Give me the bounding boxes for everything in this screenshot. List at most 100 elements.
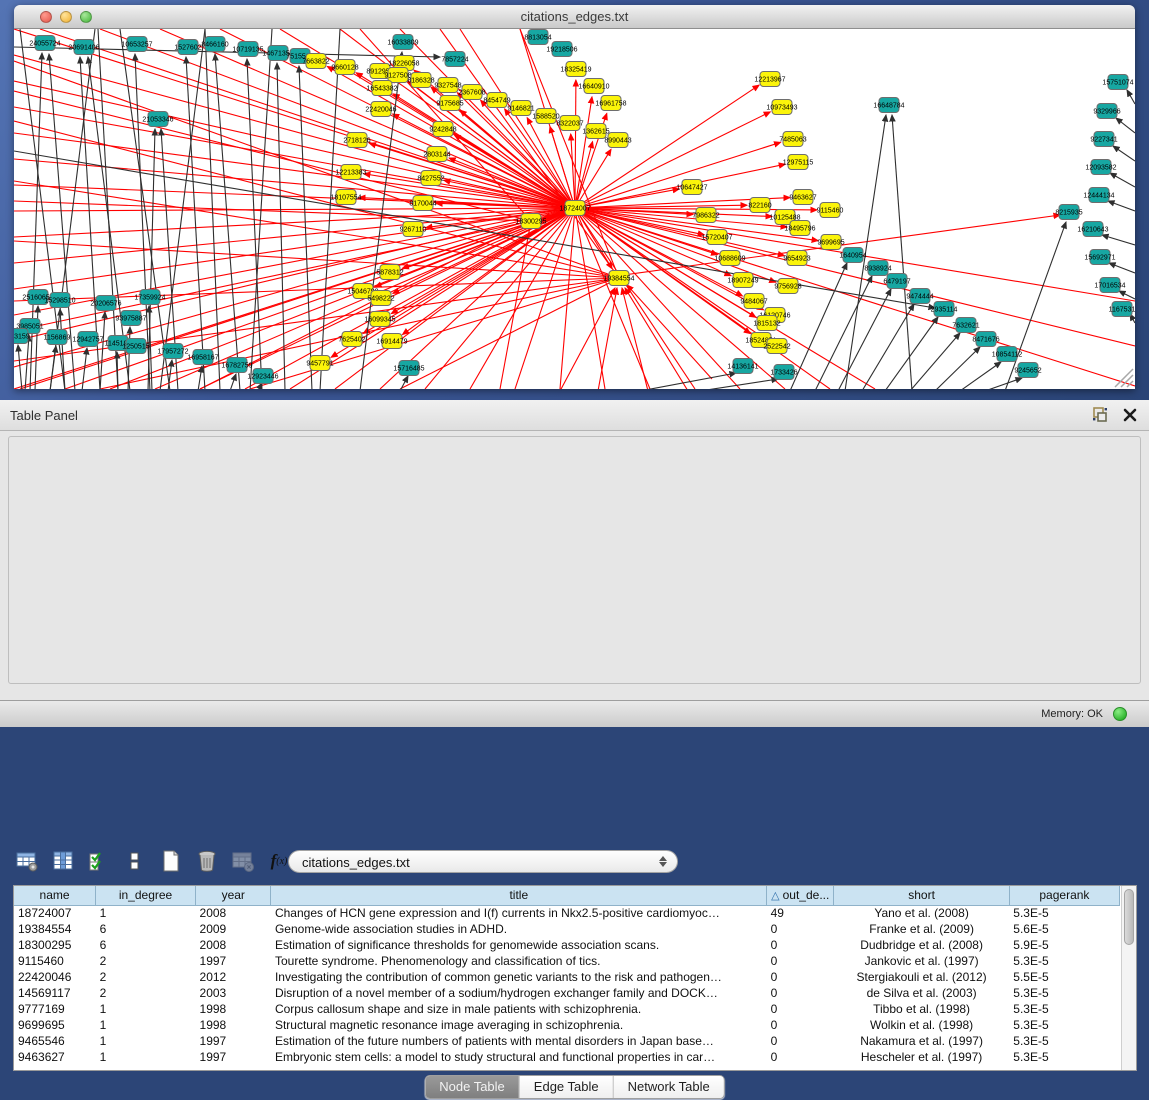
table-row[interactable]: 1938455462009Genome-wide association stu… (14, 921, 1120, 937)
network-canvas[interactable]: 2405572420691406106532571527602846616010… (14, 29, 1135, 389)
table-cell[interactable]: 5.3E-5 (1009, 1001, 1119, 1017)
table-cell[interactable]: 0 (767, 969, 834, 985)
table-cell[interactable]: 49 (767, 905, 834, 921)
table-cell[interactable]: 5.3E-5 (1009, 905, 1119, 921)
delete-rows-button[interactable] (194, 848, 220, 874)
table-cell[interactable]: 1 (96, 1017, 196, 1033)
table-cell[interactable]: 9465546 (14, 1033, 96, 1049)
table-cell[interactable]: 5.6E-5 (1009, 921, 1119, 937)
float-panel-icon[interactable] (1091, 406, 1109, 424)
table-cell[interactable]: de Silva et al. (2003) (834, 985, 1009, 1001)
table-row[interactable]: 977716911998Corpus callosum shape and si… (14, 1001, 1120, 1017)
table-cell[interactable]: 0 (767, 1049, 834, 1065)
table-scrollbar[interactable] (1121, 886, 1136, 1070)
table-cell[interactable]: 19384554 (14, 921, 96, 937)
table-cell[interactable]: Estimation of the future numbers of pati… (271, 1033, 767, 1049)
table-cell[interactable]: Corpus callosum shape and size in male p… (271, 1001, 767, 1017)
table-cell[interactable]: 0 (767, 953, 834, 969)
table-cell[interactable]: 5.5E-5 (1009, 969, 1119, 985)
column-header-out_de[interactable]: △out_de... (767, 886, 834, 905)
table-cell[interactable]: 6 (96, 921, 196, 937)
table-cell[interactable]: Yano et al. (2008) (834, 905, 1009, 921)
table-cell[interactable]: 2008 (196, 905, 271, 921)
table-cell[interactable]: 0 (767, 1001, 834, 1017)
table-cell[interactable]: Tibbo et al. (1998) (834, 1001, 1009, 1017)
table-scrollbar-thumb[interactable] (1124, 889, 1134, 945)
table-row[interactable]: 2242004622012Investigating the contribut… (14, 969, 1120, 985)
memory-status-icon[interactable] (1113, 707, 1127, 721)
column-header-short[interactable]: short (834, 886, 1009, 905)
table-cell[interactable]: Investigating the contribution of common… (271, 969, 767, 985)
table-select-dropdown[interactable]: citations_edges.txt (288, 850, 678, 873)
table-cell[interactable]: 1998 (196, 1001, 271, 1017)
table-cell[interactable]: 1 (96, 1001, 196, 1017)
table-cell[interactable]: Genome-wide association studies in ADHD. (271, 921, 767, 937)
table-cell[interactable]: 9699695 (14, 1017, 96, 1033)
window-resize-grip[interactable] (1115, 369, 1133, 387)
table-cell[interactable]: Hescheler et al. (1997) (834, 1049, 1009, 1065)
table-cell[interactable]: 5.9E-5 (1009, 937, 1119, 953)
table-cell[interactable]: 1 (96, 1049, 196, 1065)
table-cell[interactable]: 2012 (196, 969, 271, 985)
table-cell[interactable]: 9463627 (14, 1049, 96, 1065)
table-cell[interactable]: 1 (96, 905, 196, 921)
table-row[interactable]: 946362711997Embryonic stem cells: a mode… (14, 1049, 1120, 1065)
delete-table-button[interactable] (230, 848, 256, 874)
table-cell[interactable]: 2 (96, 985, 196, 1001)
table-cell[interactable]: Jankovic et al. (1997) (834, 953, 1009, 969)
table-cell[interactable]: Disruption of a novel member of a sodium… (271, 985, 767, 1001)
table-cell[interactable]: Estimation of significance thresholds fo… (271, 937, 767, 953)
table-cell[interactable]: Wolkin et al. (1998) (834, 1017, 1009, 1033)
table-cell[interactable]: 1 (96, 1033, 196, 1049)
table-cell[interactable]: 1997 (196, 953, 271, 969)
table-cell[interactable]: 5.3E-5 (1009, 1033, 1119, 1049)
table-cell[interactable]: Structural magnetic resonance image aver… (271, 1017, 767, 1033)
table-cell[interactable]: 0 (767, 985, 834, 1001)
tab-edge-table[interactable]: Edge Table (520, 1076, 614, 1098)
table-cell[interactable]: 1997 (196, 1033, 271, 1049)
column-header-pagerank[interactable]: pagerank (1009, 886, 1119, 905)
table-cell[interactable]: 18300295 (14, 937, 96, 953)
tab-node-table[interactable]: Node Table (425, 1076, 520, 1098)
tab-network-table[interactable]: Network Table (614, 1076, 724, 1098)
table-cell[interactable]: 6 (96, 937, 196, 953)
table-cell[interactable]: 9777169 (14, 1001, 96, 1017)
table-cell[interactable]: Tourette syndrome. Phenomenology and cla… (271, 953, 767, 969)
table-cell[interactable]: 2 (96, 969, 196, 985)
column-visibility-button[interactable] (50, 848, 76, 874)
table-cell[interactable]: 5.3E-5 (1009, 1017, 1119, 1033)
table-cell[interactable]: 5.3E-5 (1009, 985, 1119, 1001)
table-cell[interactable]: 0 (767, 1017, 834, 1033)
table-row[interactable]: 1456911722003Disruption of a novel membe… (14, 985, 1120, 1001)
table-cell[interactable]: 18724007 (14, 905, 96, 921)
table-row[interactable]: 969969511998Structural magnetic resonanc… (14, 1017, 1120, 1033)
table-row[interactable]: 1830029562008Estimation of significance … (14, 937, 1120, 953)
table-cell[interactable]: Dudbridge et al. (2008) (834, 937, 1009, 953)
close-panel-icon[interactable] (1121, 406, 1139, 424)
table-cell[interactable]: 2 (96, 953, 196, 969)
column-header-title[interactable]: title (271, 886, 767, 905)
merge-columns-button[interactable] (122, 848, 148, 874)
table-cell[interactable]: 14569117 (14, 985, 96, 1001)
table-cell[interactable]: 0 (767, 1033, 834, 1049)
table-cell[interactable]: 2003 (196, 985, 271, 1001)
table-cell[interactable]: Franke et al. (2009) (834, 921, 1009, 937)
column-header-in_degree[interactable]: in_degree (96, 886, 196, 905)
table-row[interactable]: 1872400712008Changes of HCN gene express… (14, 905, 1120, 921)
table-cell[interactable]: 2009 (196, 921, 271, 937)
network-window-titlebar[interactable]: citations_edges.txt (14, 5, 1135, 29)
table-cell[interactable]: 0 (767, 937, 834, 953)
select-rows-button[interactable] (86, 848, 112, 874)
table-cell[interactable]: Nakamura et al. (1997) (834, 1033, 1009, 1049)
table-cell[interactable]: Embryonic stem cells: a model to study s… (271, 1049, 767, 1065)
table-cell[interactable]: 1997 (196, 1049, 271, 1065)
table-cell[interactable]: Changes of HCN gene expression and I(f) … (271, 905, 767, 921)
table-row[interactable]: 911546021997Tourette syndrome. Phenomeno… (14, 953, 1120, 969)
table-cell[interactable]: 1998 (196, 1017, 271, 1033)
table-row[interactable]: 946554611997Estimation of the future num… (14, 1033, 1120, 1049)
column-header-name[interactable]: name (14, 886, 96, 905)
network-view-window[interactable]: citations_edges.txt 24055724206914061065… (14, 5, 1135, 389)
column-header-year[interactable]: year (196, 886, 271, 905)
table-cell[interactable]: 9115460 (14, 953, 96, 969)
table-cell[interactable]: 22420046 (14, 969, 96, 985)
